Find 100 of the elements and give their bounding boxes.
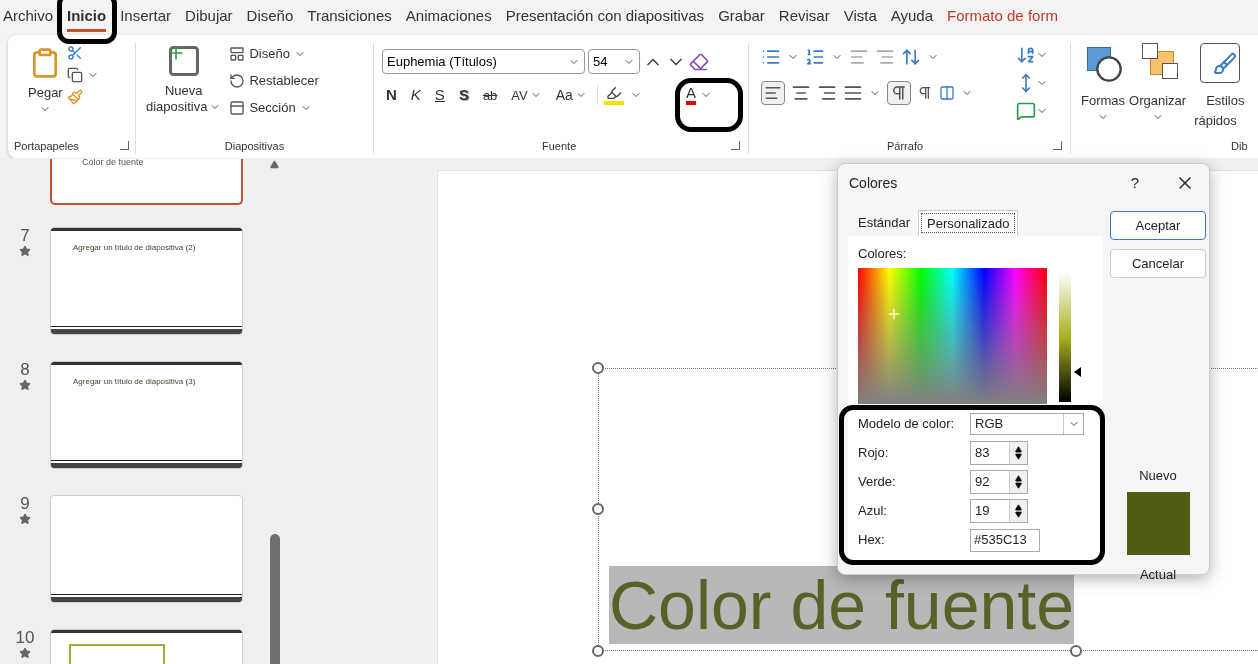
dialog-launcher-icon[interactable] <box>120 141 129 151</box>
slide-thumbnail[interactable]: Agregar un título de diapositiva (3) <box>50 361 243 469</box>
spinner-arrows-icon[interactable] <box>1009 471 1027 493</box>
quick-styles-button[interactable]: Estilos rápidos <box>1190 43 1245 138</box>
hex-field[interactable]: #535C13 <box>970 528 1040 552</box>
menu-tab[interactable]: Grabar <box>718 3 765 32</box>
spinner-arrows-icon[interactable] <box>1009 442 1027 464</box>
align-right-icon[interactable] <box>817 83 837 103</box>
field-label: Azul: <box>858 502 888 521</box>
thumbnail-title: Color de fuente <box>82 159 144 169</box>
dialog-tab[interactable]: Personalizado <box>918 210 1019 236</box>
menu-tab[interactable]: Vista <box>843 3 877 32</box>
dialog-tab[interactable]: Estándar <box>850 210 919 236</box>
slide-number: 10 <box>15 629 35 647</box>
number-spinner[interactable]: 92 <box>970 470 1028 494</box>
strikethrough-button[interactable]: ab <box>478 85 502 105</box>
slide-thumbnail[interactable]: Color de fuente <box>50 159 243 205</box>
dialog-launcher-icon[interactable] <box>731 141 740 151</box>
change-case-button[interactable]: Aa <box>551 84 591 106</box>
font-color-button[interactable]: A <box>681 85 716 106</box>
star-icon <box>19 513 31 525</box>
bullets-icon[interactable] <box>761 47 781 67</box>
highlighter-icon[interactable] <box>603 85 624 106</box>
spinner-arrows-icon[interactable] <box>1009 500 1027 522</box>
field-label: Modelo de color: <box>858 414 956 433</box>
align-left-icon[interactable] <box>761 81 785 105</box>
bold-button[interactable]: N <box>382 84 401 107</box>
paste-button[interactable]: Pegar <box>28 43 63 138</box>
group-label: Fuente <box>542 138 577 154</box>
underline-button[interactable]: S <box>430 84 449 107</box>
number-spinner[interactable]: 19 <box>970 499 1028 523</box>
font-name-dropdown[interactable]: Euphemia (Títulos) <box>382 49 585 74</box>
font-size-dropdown[interactable]: 54 <box>588 49 640 74</box>
columns-icon[interactable] <box>939 85 955 101</box>
slide-option-button[interactable]: Diseño <box>229 43 319 65</box>
highlight-frame <box>675 78 743 132</box>
slide-number: 7 <box>20 227 30 245</box>
menu-tab[interactable]: Presentación con diapositivas <box>505 3 705 32</box>
align-center-icon[interactable] <box>791 83 811 103</box>
smartart-icon[interactable] <box>1016 101 1036 121</box>
reset-icon <box>229 73 246 89</box>
section-icon <box>229 100 246 116</box>
slide-number: 9 <box>20 495 30 513</box>
slide-thumbnail[interactable] <box>50 495 243 603</box>
drawing-button[interactable]: Formas <box>1081 43 1126 138</box>
slider-thumb[interactable] <box>1074 366 1081 377</box>
colors-label: Colores: <box>858 245 908 263</box>
text-direction-icon[interactable] <box>1016 45 1036 65</box>
drawing-button[interactable]: Organizar <box>1129 43 1187 138</box>
menu-tab[interactable]: Inicio <box>67 3 107 32</box>
field-label: Verde: <box>858 473 897 492</box>
slide-option-button[interactable]: Restablecer <box>229 70 319 92</box>
new-color-label: Nuevo <box>1139 467 1177 485</box>
menu-tab[interactable]: Transiciones <box>307 3 392 32</box>
resize-handle[interactable] <box>592 362 604 374</box>
format-painter-icon[interactable] <box>66 89 83 105</box>
scrollbar-thumb[interactable] <box>269 534 280 664</box>
menu-tab[interactable]: Insertar <box>120 3 172 32</box>
quick-styles-icon <box>1200 43 1241 83</box>
new-slide-button[interactable]: Nueva diapositiva <box>146 43 222 138</box>
line-spacing-icon[interactable] <box>901 47 921 67</box>
copy-icon[interactable] <box>66 67 83 83</box>
group-label: Dib <box>1231 139 1248 152</box>
menu-tab[interactable]: Ayuda <box>890 3 933 32</box>
menu-tab[interactable]: Revisar <box>778 3 830 32</box>
dialog-launcher-icon[interactable] <box>1053 141 1062 151</box>
number-spinner[interactable]: 83 <box>970 441 1028 465</box>
color-preview <box>1126 491 1190 555</box>
layout-icon <box>229 46 246 62</box>
menu-tab[interactable]: Formato de form <box>947 3 1058 32</box>
dialog-button[interactable]: Cancelar <box>1110 249 1206 278</box>
field-label: Rojo: <box>858 444 890 463</box>
menu-tab[interactable]: Dibujar <box>185 3 233 32</box>
resize-handle[interactable] <box>592 645 604 657</box>
clear-formatting-icon[interactable] <box>689 51 709 72</box>
color-model-dropdown[interactable]: RGB <box>970 412 1084 435</box>
help-button[interactable]: ? <box>1119 171 1151 195</box>
thumbnail-title: Agregar un título de diapositiva (2) <box>73 242 196 254</box>
menu-tab[interactable]: Archivo <box>3 3 54 32</box>
menu-tab[interactable]: Animaciones <box>405 3 492 32</box>
italic-button[interactable]: K <box>406 84 425 107</box>
slide-option-button[interactable]: Sección <box>229 97 319 119</box>
left-to-right-icon[interactable] <box>887 81 911 105</box>
color-spectrum[interactable] <box>858 267 1047 404</box>
slide-thumbnail[interactable]: Agregar un título de diapositiva (2) <box>50 227 243 335</box>
justify-icon[interactable] <box>843 83 863 103</box>
resize-handle[interactable] <box>1070 645 1082 657</box>
group-label: Diapositivas <box>224 139 285 152</box>
cut-icon[interactable] <box>66 45 83 61</box>
slide-number: 8 <box>20 361 30 379</box>
dialog-button[interactable]: Aceptar <box>1110 211 1206 240</box>
menu-tab[interactable]: Diseño <box>246 3 294 32</box>
current-color-label: Actual <box>1139 565 1177 584</box>
group-label: Párrafo <box>887 138 924 154</box>
spacing-button[interactable]: AV <box>507 85 546 105</box>
right-to-left-icon[interactable] <box>917 85 933 101</box>
numbering-icon[interactable] <box>805 47 825 67</box>
resize-handle[interactable] <box>592 503 604 515</box>
shadow-button[interactable]: S <box>454 84 473 107</box>
scroll-up-icon[interactable] <box>270 160 279 169</box>
